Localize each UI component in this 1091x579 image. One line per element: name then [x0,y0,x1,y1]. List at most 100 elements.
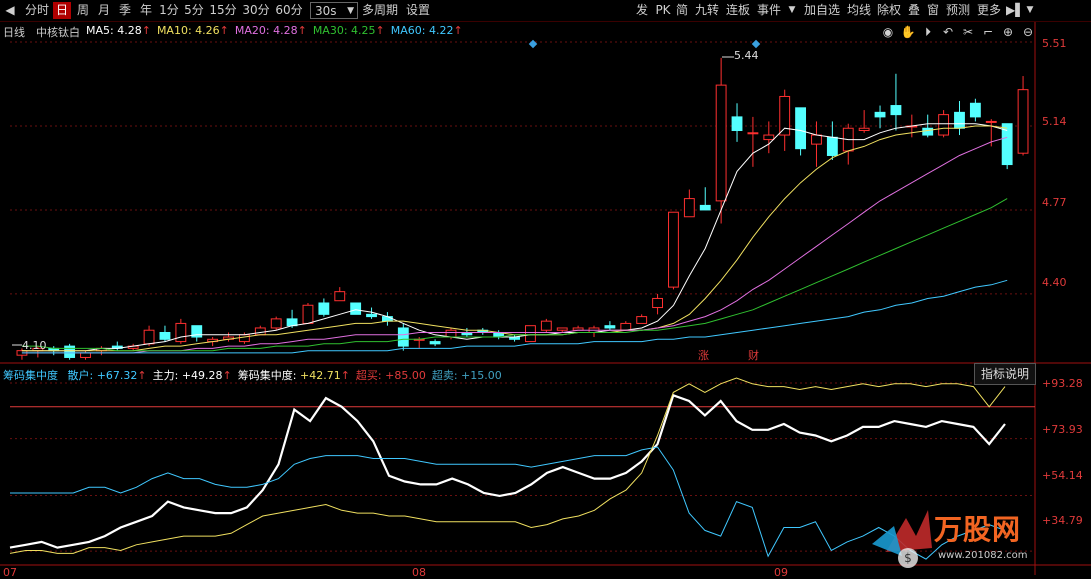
period-tab-30min[interactable]: 30分 [241,2,271,19]
candle-body [429,341,441,345]
up-arrow-icon: ↑ [141,24,151,37]
candle-body [779,95,791,136]
period-tab-year[interactable]: 年 [137,2,155,19]
indicator-legend-value: +85.00 [385,369,426,382]
period-tab-month[interactable]: 月 [95,2,113,19]
indicator-legend-item: 筹码集中度: +42.71↑ [238,369,350,382]
candle-body [683,198,695,218]
period-tab-week[interactable]: 周 [74,2,92,19]
settings-button[interactable]: 设置 [404,2,432,19]
ma-legend: MA5: 4.28↑ MA10: 4.26↑ MA20: 4.28↑ MA30: 4.… [86,24,469,37]
candle-body [302,304,314,324]
toolbar-btn-events[interactable]: 事件 [755,2,783,19]
indicator-line [9,393,1006,549]
stock-name: 中核钛白 [36,26,80,39]
play-icon[interactable]: ⏵ [920,23,936,41]
zoom-out-icon[interactable]: ⊖ [1020,23,1036,41]
arrow-left-icon[interactable]: ◀ [3,2,17,19]
indicator-legend-item: 超卖: +15.00 [432,369,502,382]
candle-body [445,329,457,338]
candle-body [397,327,409,347]
candle-body [286,318,298,327]
ma-legend-item: MA10: 4.26↑ [156,24,229,37]
period-tab-day[interactable]: 日 [53,2,71,19]
candle-body [270,318,282,329]
candle-body [525,325,536,343]
toolbar-btn-jian[interactable]: 简 [674,2,690,19]
window-button[interactable]: 窗 [925,2,941,19]
up-arrow-icon: ↑ [297,24,307,37]
indicator-name[interactable]: 筹码集中度 [3,369,58,382]
indicator-legend-label: 筹码集中度: [237,369,300,382]
candle-body [238,334,250,343]
collapse-right-icon[interactable]: ▶▌ [1006,2,1024,19]
up-arrow-icon: ↑ [375,24,385,37]
more-button[interactable]: 更多 [975,2,1003,19]
toolbar-btn-fa[interactable]: 发 [634,2,650,19]
min-price-marker: 4.10 [22,339,47,352]
multi-period-button[interactable]: 多周期 [360,2,400,19]
candle-body [366,313,377,318]
up-arrow-icon: ↑ [222,369,232,382]
eye-icon[interactable]: ◉ [880,23,896,41]
chart-canvas [0,22,1091,575]
period-tab-1min[interactable]: 1分 [158,2,180,19]
candle-body [715,84,727,202]
toolbar-btn-pk[interactable]: PK [654,2,672,19]
add-watchlist-button[interactable]: 加自选 [801,2,843,19]
indicator-legend-value: +49.28 [181,369,223,382]
zoom-in-icon[interactable]: ⊕ [1000,23,1016,41]
period-tab-60min[interactable]: 60分 [274,2,304,19]
candle-body [763,134,775,141]
event-label-zhang[interactable]: 涨 [698,347,709,363]
candle-body [254,327,266,336]
indicator-tick: +34.79 [1042,514,1083,527]
ma-button[interactable]: 均线 [845,2,873,19]
candle-body [350,302,362,315]
toolbar: ◀ 分时 日 周 月 季 年 1分 5分 15分 30分 60分 30s ▼ 多… [0,0,1091,22]
forecast-button[interactable]: 预测 [944,2,972,19]
toolbar-btn-jiuzhuan[interactable]: 九转 [693,2,721,19]
candle-body [890,105,902,116]
ma-legend-item: MA60: 4.22↑ [390,24,463,37]
candle-body [604,325,616,329]
indicator-legend-value: +67.32 [96,369,138,382]
ex-rights-button[interactable]: 除权 [875,2,903,19]
event-diamond-icon [528,39,538,49]
candle-body [985,120,997,123]
overlay-button[interactable]: 叠 [906,2,922,19]
back-arrow-icon[interactable]: ↶ [940,23,956,41]
up-arrow-icon: ↑ [340,369,350,382]
up-arrow-icon: ↑ [453,24,463,37]
indicator-tick: +93.28 [1042,377,1083,390]
indicator-tick: +54.14 [1042,469,1083,482]
date-tick: 09 [774,566,788,579]
scissors-icon[interactable]: ✂ [960,23,976,41]
period-select[interactable]: 30s ▼ [310,2,358,19]
chevron-down-icon[interactable]: ▼ [1024,2,1036,19]
toolbar-btn-lianban[interactable]: 连板 [724,2,752,19]
price-tick: 4.40 [1042,276,1067,289]
candle-body [540,320,552,331]
indicator-legend-label: 超买: [355,369,386,382]
crop-icon[interactable]: ⌐ [980,23,996,41]
period-tab-season[interactable]: 季 [116,2,134,19]
price-tick: 4.77 [1042,196,1067,209]
indicator-tick: +73.93 [1042,423,1083,436]
candle-body [382,316,393,322]
candle-body [811,134,822,145]
up-arrow-icon: ↑ [137,369,147,382]
max-price-marker: 5.44 [734,49,759,62]
candle-body [80,352,91,358]
ma-line-ma60 [21,279,1008,354]
period-tab-5min[interactable]: 5分 [183,2,205,19]
event-label-cai[interactable]: 财 [748,347,759,363]
chevron-down-icon[interactable]: ▼ [787,2,797,19]
hand-icon[interactable]: ✋ [900,23,916,41]
indicator-line [10,446,1006,560]
period-tab-15min[interactable]: 15分 [208,2,238,19]
indicator-legend-label: 散户: [67,369,97,382]
indicator-legend-item: 主力: +49.28↑ [153,369,232,382]
period-tab-minute[interactable]: 分时 [24,2,50,19]
indicator-explain-button[interactable]: 指标说明 [974,363,1036,385]
